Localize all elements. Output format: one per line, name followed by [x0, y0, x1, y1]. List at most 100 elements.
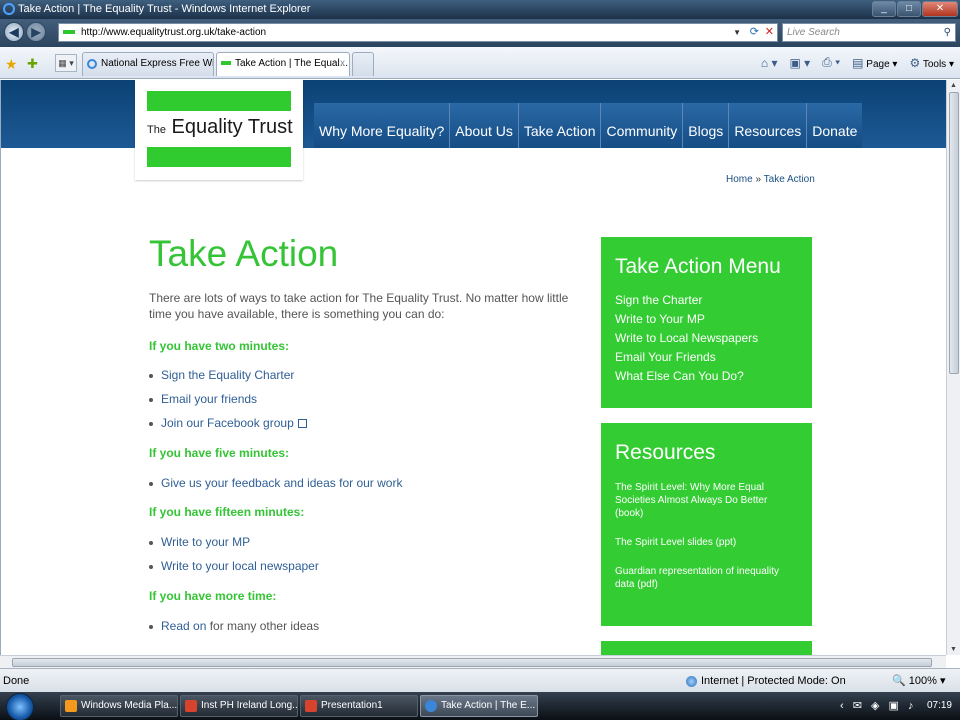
address-bar[interactable]: http://www.equalitytrust.org.uk/take-act… [58, 23, 778, 42]
section-heading: If you have fifteen minutes: [149, 505, 305, 519]
nav-donate[interactable]: Donate [806, 103, 863, 148]
breadcrumb-current[interactable]: Take Action [764, 174, 815, 185]
forward-button[interactable]: ▶ [26, 22, 46, 42]
resource-link[interactable]: The Spirit Level: Why More Equal Societi… [615, 481, 798, 520]
security-zone[interactable]: Internet | Protected Mode: On [686, 669, 846, 693]
page-menu[interactable]: ▤ Page ▾ [852, 56, 897, 70]
list-item[interactable]: Sign the Equality Charter [149, 368, 294, 382]
globe-icon [686, 675, 697, 687]
resource-link[interactable]: The Spirit Level slides (ppt) [615, 536, 798, 549]
minimize-button[interactable]: _ [872, 1, 896, 17]
tray-icons[interactable]: ‹ ✉ ◈ ▣ ♪ [840, 692, 916, 720]
zoom-level[interactable]: 🔍 100% ▾ [892, 669, 945, 693]
window-title: Take Action | The Equality Trust - Windo… [18, 3, 311, 15]
system-tray: ‹ ✉ ◈ ▣ ♪ 07:19 [838, 692, 960, 720]
site-logo[interactable]: The Equality Trust [135, 80, 303, 180]
ie-icon [425, 700, 437, 712]
add-favorite-icon[interactable]: ✚ [27, 56, 38, 72]
scroll-down-icon[interactable]: ▼ [950, 646, 957, 653]
menu-sign-charter[interactable]: Sign the Charter [615, 291, 812, 310]
refresh-icon[interactable]: ⟳ [750, 24, 759, 41]
powerpoint-icon [305, 700, 317, 712]
print-icon[interactable]: ⎙ ▾ [822, 55, 840, 70]
task-inst-ph[interactable]: Inst PH Ireland Long... [180, 695, 298, 717]
search-icon[interactable]: ⚲ [944, 24, 951, 41]
nav-blogs[interactable]: Blogs [682, 103, 729, 148]
search-input[interactable]: Live Search ⚲ [782, 23, 956, 42]
url-text: http://www.equalitytrust.org.uk/take-act… [81, 27, 267, 38]
status-bar: Done Internet | Protected Mode: On 🔍 100… [0, 668, 960, 692]
site-tab-icon [221, 61, 231, 65]
page-icon [63, 30, 75, 34]
ie-window: Take Action | The Equality Trust - Windo… [0, 0, 960, 720]
hscroll-thumb[interactable] [12, 658, 932, 667]
logo-bar-bottom [147, 147, 291, 167]
list-item[interactable]: Email your friends [149, 392, 257, 406]
nav-resources[interactable]: Resources [728, 103, 807, 148]
tab-row: ★ ✚ ▦ ▾ National Express Free WiFi Take … [0, 47, 960, 79]
tab-label: Take Action | The Equal... [235, 58, 349, 69]
section-heading: If you have more time: [149, 589, 277, 603]
page-title: Take Action [149, 233, 339, 274]
breadcrumb-home[interactable]: Home [726, 174, 753, 185]
address-row: ◀ ▶ http://www.equalitytrust.org.uk/take… [0, 19, 960, 47]
close-tab-icon[interactable]: x [340, 53, 345, 75]
quick-tabs-button[interactable]: ▦ ▾ [55, 54, 77, 72]
feeds-icon[interactable]: ▣ ▾ [789, 56, 810, 70]
list-item[interactable]: Write to your MP [149, 535, 250, 549]
tab-national-express[interactable]: National Express Free WiFi [82, 52, 214, 76]
menu-email-friends[interactable]: Email Your Friends [615, 348, 812, 367]
command-bar: ⌂ ▾ ▣ ▾ ⎙ ▾ ▤ Page ▾ ⚙ Tools ▾ [761, 55, 954, 70]
horizontal-scrollbar[interactable] [0, 655, 946, 668]
taskbar: Windows Media Pla... Inst PH Ireland Lon… [0, 692, 960, 720]
main-nav: Why More Equality? About Us Take Action … [314, 103, 863, 148]
ie-tab-icon [87, 59, 97, 69]
list-item[interactable]: Write to your local newspaper [149, 559, 319, 573]
breadcrumb-separator: » [755, 174, 762, 185]
scroll-up-icon[interactable]: ▲ [950, 82, 957, 89]
nav-take-action[interactable]: Take Action [517, 103, 601, 148]
intro-text: There are lots of ways to take action fo… [149, 291, 569, 321]
address-dropdown-icon[interactable]: ▼ [733, 24, 741, 41]
logo-text: The Equality Trust [147, 116, 293, 138]
take-action-menu-box: Take Action Menu Sign the Charter Write … [601, 237, 812, 408]
favorites-star-icon[interactable]: ★ [5, 56, 18, 73]
task-windows-media[interactable]: Windows Media Pla... [60, 695, 178, 717]
new-tab-button[interactable] [352, 52, 374, 76]
list-item[interactable]: Give us your feedback and ideas for our … [149, 476, 402, 490]
tools-menu[interactable]: ⚙ Tools ▾ [909, 56, 954, 70]
nav-why-more-equality[interactable]: Why More Equality? [314, 103, 450, 148]
nav-community[interactable]: Community [600, 103, 683, 148]
sidebar-box-partial [601, 641, 812, 655]
take-action-menu-title: Take Action Menu [615, 255, 781, 278]
search-placeholder: Live Search [787, 27, 840, 38]
clock[interactable]: 07:19 [927, 692, 952, 720]
back-button[interactable]: ◀ [4, 22, 24, 42]
media-player-icon [65, 700, 77, 712]
section-heading: If you have five minutes: [149, 446, 290, 460]
ie-icon [3, 3, 15, 15]
resources-box: Resources The Spirit Level: Why More Equ… [601, 423, 812, 626]
task-presentation[interactable]: Presentation1 [300, 695, 418, 717]
scroll-thumb[interactable] [949, 92, 959, 374]
list-item[interactable]: Read on for many other ideas [149, 619, 319, 633]
menu-what-else[interactable]: What Else Can You Do? [615, 367, 812, 386]
maximize-button[interactable]: □ [897, 1, 921, 17]
menu-write-mp[interactable]: Write to Your MP [615, 310, 812, 329]
menu-write-newspapers[interactable]: Write to Local Newspapers [615, 329, 812, 348]
list-item[interactable]: Join our Facebook group [149, 416, 307, 430]
task-take-action[interactable]: Take Action | The E... [420, 695, 538, 717]
home-icon[interactable]: ⌂ ▾ [761, 56, 778, 70]
breadcrumb: Home » Take Action [726, 174, 815, 185]
logo-bar-top [147, 91, 291, 111]
tab-take-action[interactable]: Take Action | The Equal... x [216, 52, 350, 76]
start-button[interactable] [6, 693, 34, 720]
close-button[interactable]: ✕ [922, 1, 958, 17]
resources-title: Resources [615, 441, 716, 464]
nav-about-us[interactable]: About Us [449, 103, 518, 148]
stop-icon[interactable]: ✕ [765, 24, 774, 41]
vertical-scrollbar[interactable]: ▲ ▼ [946, 80, 960, 655]
page-viewport: The Equality Trust Why More Equality? Ab… [0, 80, 946, 655]
section-heading: If you have two minutes: [149, 339, 290, 353]
resource-link[interactable]: Guardian representation of inequality da… [615, 565, 798, 591]
